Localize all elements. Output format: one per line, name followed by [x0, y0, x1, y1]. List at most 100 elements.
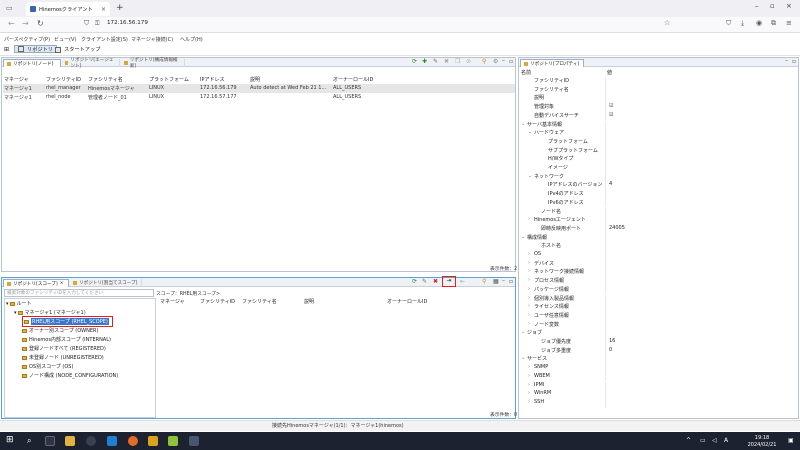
tree-item-internal[interactable]: Hinemos内部スコープ (INTERNAL)	[22, 336, 111, 343]
property-row[interactable]: › ユーザ任意情報	[519, 311, 798, 321]
chevron-right-icon[interactable]: ›	[528, 390, 530, 396]
file-explorer-icon[interactable]	[65, 436, 75, 446]
menu-client-settings[interactable]: クライアント設定(S)	[81, 36, 128, 43]
tree-view-icon[interactable]: ▦	[493, 278, 499, 285]
chevron-right-icon[interactable]: ›	[528, 373, 530, 379]
delete-icon[interactable]: ✖	[444, 58, 449, 65]
minimize-view-icon[interactable]: –	[785, 58, 788, 64]
tab-repository-node[interactable]: リポジトリ[ノード]	[3, 59, 61, 67]
property-row[interactable]: ⌄ 構成情報	[519, 233, 798, 243]
app-icon[interactable]	[189, 436, 199, 446]
property-row[interactable]: IPv4のアドレス	[519, 190, 798, 199]
tree-item-rhel-scope[interactable]: RHEL用スコープ (RHEL_SCOPE)	[22, 316, 113, 327]
property-row[interactable]: › ノード変数	[519, 320, 798, 330]
network-icon[interactable]: ▭	[700, 437, 706, 444]
assign-node-icon[interactable]: ⇥	[442, 276, 456, 287]
property-row[interactable]: ジョブ多重度 0	[519, 346, 798, 356]
property-row[interactable]: › ライセンス情報	[519, 303, 798, 312]
property-row[interactable]: › WinRM	[519, 390, 798, 399]
col-facility-name[interactable]: ファシリティ名	[242, 298, 277, 305]
property-row[interactable]: イメージ	[519, 164, 798, 173]
filter-icon[interactable]: ⚲	[482, 278, 486, 285]
windows-start-icon[interactable]: ⊞	[6, 436, 14, 445]
close-tab-icon[interactable]: ×	[101, 6, 106, 13]
settings-icon[interactable]: ⚙	[493, 58, 498, 65]
chevron-down-icon[interactable]: ⌄	[528, 129, 532, 135]
chevron-down-icon[interactable]: ⌄	[521, 121, 525, 127]
reload-icon[interactable]: ↻	[37, 19, 44, 28]
property-row[interactable]: ⌄ サーバ基本情報	[519, 120, 798, 130]
property-row[interactable]: ファシリティID	[519, 77, 798, 86]
chevron-down-icon[interactable]: ⌄	[521, 355, 525, 361]
task-view-icon[interactable]	[45, 436, 55, 446]
chevron-down-icon[interactable]: ⌄	[528, 173, 532, 179]
chevron-down-icon[interactable]: ▾	[6, 301, 9, 307]
ime-icon[interactable]: A	[724, 437, 728, 444]
col-description[interactable]: 説明	[250, 76, 260, 83]
tab-repository-assigned-scope[interactable]: リポジトリ[割当てスコープ]	[70, 279, 142, 287]
property-row[interactable]: › OS	[519, 251, 798, 260]
menu-view[interactable]: ビュー(V)	[54, 36, 76, 43]
close-tab-icon[interactable]: ×	[60, 281, 64, 286]
maximize-view-icon[interactable]: ▫	[509, 58, 513, 65]
tab-repository-scope[interactable]: リポジトリ[スコープ] ×	[3, 279, 69, 287]
property-row[interactable]: › プロセス情報	[519, 277, 798, 286]
table-row[interactable]	[3, 93, 515, 102]
chevron-right-icon[interactable]: ›	[528, 382, 530, 388]
taskbar-time[interactable]: 19:18	[742, 435, 782, 441]
add-icon[interactable]: ✚	[422, 58, 427, 65]
menu-help[interactable]: ヘルプ(H)	[180, 36, 203, 43]
col-ip-address[interactable]: IPアドレス	[200, 76, 225, 83]
property-row[interactable]: › WBEM	[519, 372, 798, 382]
tree-item-root[interactable]: ▾ ルート	[6, 300, 32, 308]
property-row[interactable]: サブプラットフォーム	[519, 146, 798, 156]
tab-repository-agent[interactable]: リポジトリ[エージェント]	[62, 58, 120, 69]
col-platform[interactable]: プラットフォーム	[149, 76, 189, 83]
property-row[interactable]: › Hinemosエージェント	[519, 216, 798, 225]
maximize-view-icon[interactable]: ▫	[509, 278, 513, 285]
chevron-right-icon[interactable]: ›	[528, 277, 530, 283]
property-row[interactable]: ノード名	[519, 207, 798, 217]
col-owner-role-id[interactable]: オーナーロールID	[333, 76, 373, 83]
property-row[interactable]: プラットフォーム	[519, 137, 798, 147]
tree-item-manager1[interactable]: ▾ マネージャ1 (マネージャ1)	[14, 309, 86, 317]
property-row[interactable]: ⌄ ハードウェア	[519, 129, 798, 138]
chevron-up-icon[interactable]: ^	[686, 437, 691, 444]
chevron-right-icon[interactable]: ›	[528, 321, 530, 327]
property-row[interactable]: H/Wタイプ	[519, 155, 798, 164]
chevron-right-icon[interactable]: ›	[528, 260, 530, 266]
property-row[interactable]: 説明	[519, 94, 798, 104]
tree-item-unregistered[interactable]: 未登録ノード (UNREGISTERED)	[22, 354, 104, 361]
property-row[interactable]: ⌄ サービス	[519, 355, 798, 365]
refresh-icon[interactable]: ⟳	[412, 58, 417, 65]
property-row[interactable]: › IPMI	[519, 381, 798, 391]
bookmark-star-icon[interactable]: ☆	[664, 19, 670, 27]
col-description[interactable]: 説明	[304, 298, 314, 305]
firefox-view-icon[interactable]: ▭	[6, 4, 13, 12]
chevron-down-icon[interactable]: ▾	[14, 310, 17, 316]
property-row[interactable]: › パッケージ情報	[519, 285, 798, 295]
chevron-down-icon[interactable]: ⌄	[521, 329, 525, 335]
perspective-startup[interactable]: スタートアップ	[55, 46, 100, 53]
property-row[interactable]: ジョブ優先度 16	[519, 338, 798, 347]
app-icon[interactable]	[168, 436, 178, 446]
property-row[interactable]: › SNMP	[519, 364, 798, 373]
tree-item-registered[interactable]: 登録ノードすべて (REGISTERED)	[22, 345, 106, 352]
property-row[interactable]: IPv6のアドレス	[519, 198, 798, 208]
facility-search-input[interactable]: 検索対象のファシリティIDを入力してください	[4, 289, 154, 297]
minimize-icon[interactable]: –	[755, 2, 759, 10]
menu-perspective[interactable]: パースペクティブ(P)	[4, 36, 50, 43]
property-row[interactable]: 自動デバイスサーチ ☑	[519, 111, 798, 121]
menu-manager-connection[interactable]: マネージャ接続(C)	[131, 36, 173, 43]
chevron-right-icon[interactable]: ›	[528, 303, 530, 309]
url-bar[interactable]: 172.16.56.179	[107, 20, 148, 26]
extensions-icon[interactable]: ⧉	[771, 19, 776, 28]
chevron-right-icon[interactable]: ›	[528, 399, 530, 405]
property-row[interactable]: › ネットワーク接続情報	[519, 268, 798, 278]
chevron-right-icon[interactable]: ›	[528, 216, 530, 222]
property-row[interactable]: IPアドレスのバージョン 4	[519, 181, 798, 191]
terminal-icon[interactable]	[86, 436, 96, 446]
unassign-node-icon[interactable]: ⇤	[460, 278, 465, 285]
chevron-down-icon[interactable]: ⌄	[521, 234, 525, 240]
tab-repository-config-search[interactable]: リポジトリ[構成情報検索]	[121, 58, 185, 69]
